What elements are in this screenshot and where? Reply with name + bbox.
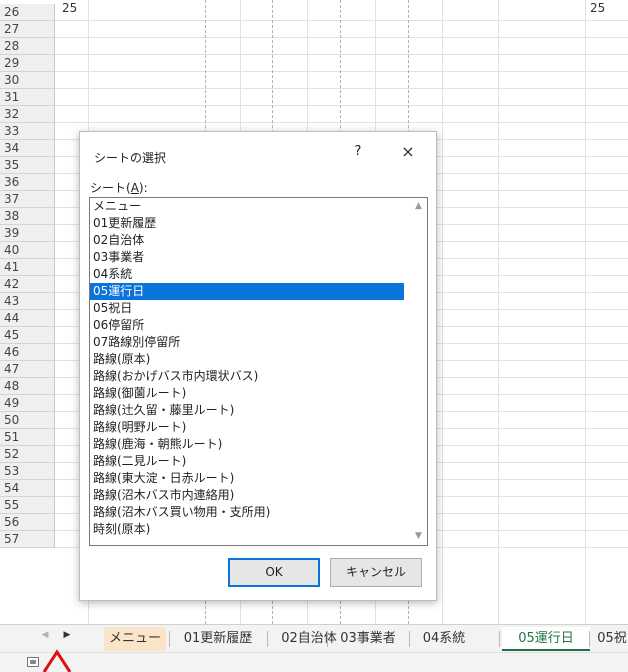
- row-header[interactable]: 32: [0, 106, 55, 123]
- sheet-row[interactable]: [55, 38, 628, 55]
- dialog-title: シートの選択: [94, 151, 167, 165]
- scroll-tabs-right-icon[interactable]: ▶: [60, 630, 74, 640]
- close-button[interactable]: ×: [398, 142, 418, 162]
- sheet-list-item[interactable]: 路線(東大淀・日赤ルート): [90, 470, 404, 487]
- row-header[interactable]: 40: [0, 242, 55, 259]
- sheet-list-item[interactable]: 07路線別停留所: [90, 334, 404, 351]
- scroll-tabs-left-icon[interactable]: ◀: [38, 630, 52, 640]
- grid-column-line: [585, 0, 586, 624]
- row-header[interactable]: 52: [0, 446, 55, 463]
- row-header[interactable]: 31: [0, 89, 55, 106]
- macro-record-icon[interactable]: [27, 657, 39, 667]
- sheet-list-item[interactable]: 04系統: [90, 266, 404, 283]
- row-header[interactable]: 33: [0, 123, 55, 140]
- row-header[interactable]: 53: [0, 463, 55, 480]
- cancel-button[interactable]: キャンセル: [330, 558, 422, 587]
- label-accelerator-key: A: [130, 181, 139, 195]
- sheet-list-item[interactable]: 路線(沼木バス市内連絡用): [90, 487, 404, 504]
- sheet-list-item[interactable]: 05祝日: [90, 300, 404, 317]
- tab-separator: [327, 631, 328, 647]
- row-header[interactable]: 56: [0, 514, 55, 531]
- row-header[interactable]: 45: [0, 327, 55, 344]
- grid-column-line: [498, 0, 499, 624]
- row-header[interactable]: 55: [0, 497, 55, 514]
- sheet-list-item[interactable]: 02自治体: [90, 232, 404, 249]
- sheet-row[interactable]: [55, 72, 628, 89]
- sheet-tab[interactable]: 04系統: [412, 627, 476, 651]
- sheet-row[interactable]: [55, 55, 628, 72]
- tab-separator: [169, 631, 170, 647]
- sheet-tab[interactable]: メニュー: [104, 627, 166, 651]
- sheet-list-item[interactable]: 路線(辻久留・藤里ルート): [90, 402, 404, 419]
- sheet-list-item[interactable]: 時刻(原本): [90, 521, 404, 538]
- sheet-row[interactable]: [55, 106, 628, 123]
- label-suffix: ):: [138, 181, 148, 195]
- sheet-list-item[interactable]: 05運行日: [90, 283, 404, 300]
- row-header[interactable]: 57: [0, 531, 55, 548]
- grid-column-line: [442, 0, 443, 624]
- row-header[interactable]: 54: [0, 480, 55, 497]
- tab-separator: [409, 631, 410, 647]
- row-header[interactable]: 36: [0, 174, 55, 191]
- scroll-down-icon[interactable]: ▼: [410, 528, 427, 545]
- label-prefix: シート(: [90, 181, 131, 195]
- sheet-tab[interactable]: 05運行日: [502, 627, 590, 651]
- cell-value[interactable]: 25: [590, 0, 605, 17]
- row-header[interactable]: 39: [0, 225, 55, 242]
- sheet-list-item[interactable]: 路線(沼木バス買い物用・支所用): [90, 504, 404, 521]
- row-header[interactable]: 28: [0, 38, 55, 55]
- status-bar: [0, 652, 628, 672]
- row-header[interactable]: 34: [0, 140, 55, 157]
- sheet-row[interactable]: [55, 4, 628, 21]
- sheet-list-item[interactable]: 路線(御薗ルート): [90, 385, 404, 402]
- sheet-row[interactable]: [55, 21, 628, 38]
- listbox-scrollbar[interactable]: ▲ ▼: [410, 198, 427, 545]
- sheet-tab-bar: ◀ ▶ メニュー 01更新履歴 02自治体 03事業者 04系統 05運行日 05祝: [0, 624, 628, 652]
- row-header[interactable]: 44: [0, 310, 55, 327]
- sheet-tab[interactable]: 01更新履歴: [172, 627, 264, 651]
- tab-separator: [267, 631, 268, 647]
- row-header[interactable]: 35: [0, 157, 55, 174]
- tab-separator: [499, 631, 500, 647]
- sheet-list-item[interactable]: 路線(原本): [90, 351, 404, 368]
- row-header[interactable]: 46: [0, 344, 55, 361]
- sheet-list-item[interactable]: 路線(明野ルート): [90, 419, 404, 436]
- tab-separator: [589, 631, 590, 647]
- row-header[interactable]: 41: [0, 259, 55, 276]
- sheet-list-item[interactable]: 03事業者: [90, 249, 404, 266]
- sheet-list-item[interactable]: 路線(鹿海・朝熊ルート): [90, 436, 404, 453]
- row-header[interactable]: 30: [0, 72, 55, 89]
- sheet-list-item[interactable]: 01更新履歴: [90, 215, 404, 232]
- row-header[interactable]: 48: [0, 378, 55, 395]
- cell-value[interactable]: 25: [62, 0, 77, 17]
- sheet-select-dialog: シートの選択 ? × シート(A): メニュー 01更新履歴 02自治体 03事業者 0…: [79, 131, 437, 601]
- scroll-up-icon[interactable]: ▲: [410, 198, 427, 215]
- row-header[interactable]: 49: [0, 395, 55, 412]
- row-header[interactable]: 37: [0, 191, 55, 208]
- row-header[interactable]: 38: [0, 208, 55, 225]
- row-header[interactable]: 29: [0, 55, 55, 72]
- row-header[interactable]: 26: [0, 4, 55, 21]
- sheet-listbox[interactable]: メニュー 01更新履歴 02自治体 03事業者 04系統 05運行日 05祝日 06停留所 07…: [89, 197, 428, 546]
- sheet-row[interactable]: [55, 89, 628, 106]
- sheet-list-item[interactable]: メニュー: [90, 198, 404, 215]
- row-header[interactable]: 51: [0, 429, 55, 446]
- row-header[interactable]: 43: [0, 293, 55, 310]
- sheet-list-item[interactable]: 路線(二見ルート): [90, 453, 404, 470]
- sheet-tab[interactable]: 03事業者: [330, 627, 406, 651]
- ok-button[interactable]: OK: [228, 558, 320, 587]
- row-header[interactable]: 47: [0, 361, 55, 378]
- sheet-list-item[interactable]: 路線(おかげバス市内環状バス): [90, 368, 404, 385]
- row-header[interactable]: 42: [0, 276, 55, 293]
- help-button[interactable]: ?: [348, 142, 368, 162]
- row-header[interactable]: 27: [0, 21, 55, 38]
- sheet-list-label: シート(A):: [90, 179, 148, 196]
- sheet-list-item[interactable]: 06停留所: [90, 317, 404, 334]
- sheet-tab[interactable]: 05祝: [592, 627, 628, 651]
- row-header[interactable]: 50: [0, 412, 55, 429]
